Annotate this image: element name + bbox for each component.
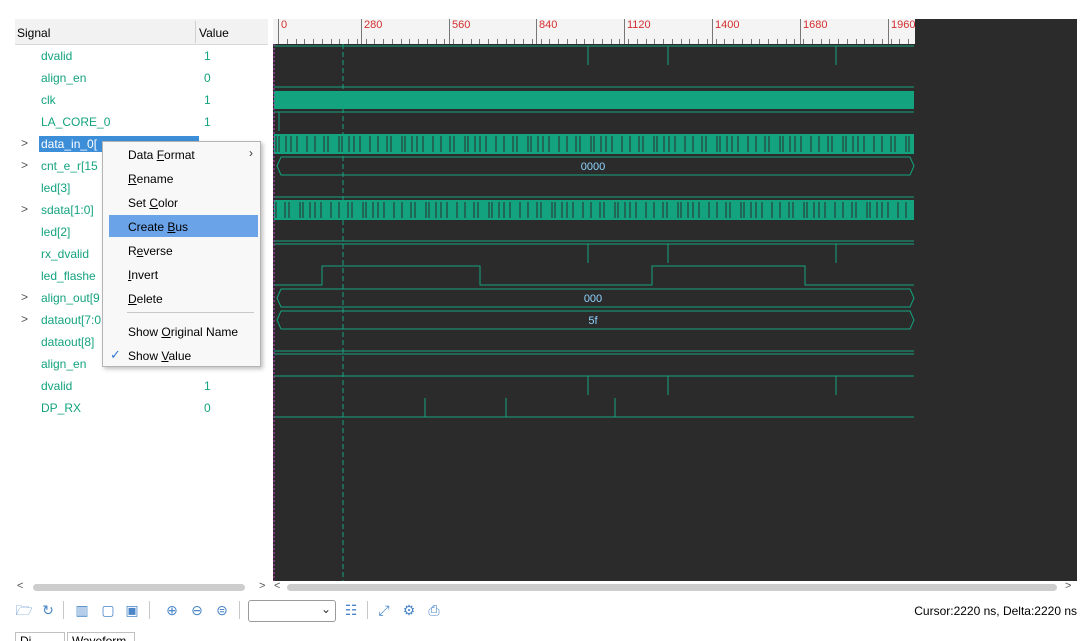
signal-list-hscrollbar[interactable]: < > bbox=[15, 580, 268, 593]
toolbar-separator bbox=[367, 601, 368, 619]
menu-item-show-original-name[interactable]: Show Original Name bbox=[104, 320, 259, 342]
wave-dataout-value: 5f bbox=[588, 315, 598, 327]
menu-item-label: Show Original Name bbox=[128, 325, 239, 339]
header-signal[interactable]: Signal bbox=[17, 26, 50, 40]
signal-row[interactable]: dvalid 1 bbox=[15, 45, 268, 67]
wave-cnt-e-r-value: 0000 bbox=[581, 161, 605, 173]
signal-name[interactable]: DP_RX bbox=[41, 401, 201, 415]
zoom-out-icon[interactable]: ⊖ bbox=[188, 601, 206, 619]
toolbar-separator bbox=[63, 601, 64, 619]
menu-item-show-value[interactable]: Show Value ✓ bbox=[104, 344, 259, 366]
menu-item-label: Invert bbox=[128, 268, 159, 282]
waveform-hscrollbar[interactable]: < > bbox=[273, 580, 1077, 593]
signal-row[interactable]: align_en 0 bbox=[15, 67, 268, 89]
signal-name[interactable]: dvalid bbox=[41, 379, 201, 393]
menu-item-label: Delete bbox=[128, 292, 163, 306]
signal-name[interactable]: clk bbox=[41, 93, 201, 107]
menu-item-reverse[interactable]: Reverse bbox=[104, 239, 259, 261]
refresh-icon[interactable]: ↻ bbox=[39, 601, 57, 619]
menu-item-create-bus[interactable]: Create Bus bbox=[109, 215, 258, 237]
waveform-panel[interactable]: 0 280 560 840 1120 1400 1680 1960 0000 000 5f bbox=[273, 19, 1077, 581]
menu-item-invert[interactable]: Invert bbox=[104, 263, 259, 285]
menu-item-rename[interactable]: Rename bbox=[104, 167, 259, 189]
signal-value: 0 bbox=[204, 401, 211, 415]
expand-chevron-icon[interactable]: > bbox=[21, 202, 28, 216]
signal-row[interactable]: clk 1 bbox=[15, 89, 268, 111]
signal-value: 1 bbox=[204, 93, 211, 107]
toolbar-separator bbox=[239, 601, 240, 619]
signal-row[interactable]: DP_RX 0 bbox=[15, 397, 268, 419]
wave-clk bbox=[274, 91, 914, 109]
wave-scrollbar-thumb[interactable] bbox=[287, 584, 1057, 591]
header-divider[interactable] bbox=[195, 21, 196, 43]
wave-align-out-value: 000 bbox=[584, 293, 602, 305]
signal-value: 1 bbox=[204, 49, 211, 63]
context-menu: Data Format › Rename Set Color Create Bus Rev… bbox=[102, 141, 261, 367]
menu-item-label: Create Bus bbox=[128, 220, 189, 234]
chevron-down-icon[interactable]: ⌄ bbox=[321, 602, 331, 616]
signal-value: 0 bbox=[204, 71, 211, 85]
scrollbar-thumb[interactable] bbox=[33, 584, 245, 591]
menu-separator bbox=[127, 312, 254, 313]
trash-icon[interactable]: ▢ bbox=[99, 601, 117, 619]
list-icon[interactable]: ▥ bbox=[73, 601, 91, 619]
check-icon: ✓ bbox=[110, 347, 121, 362]
menu-item-label: Show Value bbox=[128, 349, 192, 363]
zoom-in-icon[interactable]: ⊕ bbox=[163, 601, 181, 619]
expand-chevron-icon[interactable]: > bbox=[21, 158, 28, 172]
menu-item-data-format[interactable]: Data Format › bbox=[104, 143, 259, 165]
submenu-arrow-icon: › bbox=[249, 146, 253, 160]
signal-value: 1 bbox=[204, 379, 211, 393]
expand-chevron-icon[interactable]: > bbox=[21, 290, 28, 304]
bottom-toolbar: 🗁 ↻ ▥ ▢ ▣ ⊕ ⊖ ⊜ ⌄ ☷ ⤢ ⚙ ⎙ Cursor:2220 ns… bbox=[15, 598, 1085, 624]
signal-list-header: Signal Value bbox=[15, 19, 268, 45]
find-icon[interactable]: ☷ bbox=[342, 601, 360, 619]
signal-name[interactable]: align_en bbox=[41, 71, 201, 85]
zoom-fit-icon[interactable]: ⊜ bbox=[213, 601, 231, 619]
open-icon[interactable]: 🗁 bbox=[15, 601, 33, 619]
menu-item-label: Data Format bbox=[128, 148, 195, 162]
wave-scroll-right-icon[interactable]: > bbox=[1065, 580, 1071, 592]
zoom-select[interactable]: ⌄ bbox=[248, 600, 336, 622]
signal-row[interactable]: dvalid 1 bbox=[15, 375, 268, 397]
waveform-canvas[interactable]: 00000005f bbox=[273, 19, 1077, 581]
settings-icon[interactable]: ⚙ bbox=[400, 601, 418, 619]
expand-chevron-icon[interactable]: > bbox=[21, 136, 28, 150]
signal-value: 1 bbox=[204, 115, 211, 129]
tab-di[interactable]: Di... bbox=[15, 632, 65, 641]
expand-chevron-icon[interactable]: > bbox=[21, 312, 28, 326]
cursor-status: Cursor:2220 ns, Delta:2220 ns bbox=[914, 604, 1077, 618]
signal-name[interactable]: LA_CORE_0 bbox=[41, 115, 201, 129]
save-icon[interactable]: ▣ bbox=[123, 601, 141, 619]
scroll-left-arrow-icon[interactable]: < bbox=[17, 580, 23, 592]
tab-waveform[interactable]: Waveform bbox=[67, 632, 135, 641]
wave-sdata bbox=[274, 200, 914, 220]
menu-item-label: Reverse bbox=[128, 244, 173, 258]
wave-scroll-left-icon[interactable]: < bbox=[274, 580, 280, 592]
menu-item-set-color[interactable]: Set Color bbox=[104, 191, 259, 213]
header-value[interactable]: Value bbox=[199, 26, 229, 40]
toolbar-separator bbox=[149, 601, 150, 619]
scroll-right-arrow-icon[interactable]: > bbox=[259, 580, 265, 592]
wave-led-flashe bbox=[274, 265, 914, 286]
expand-icon[interactable]: ⤢ bbox=[375, 601, 393, 619]
signal-row[interactable]: LA_CORE_0 1 bbox=[15, 111, 268, 133]
menu-item-label: Set Color bbox=[128, 196, 179, 210]
menu-item-label: Rename bbox=[128, 172, 174, 186]
menu-item-delete[interactable]: Delete bbox=[104, 287, 259, 309]
signal-name[interactable]: dvalid bbox=[41, 49, 201, 63]
print-icon[interactable]: ⎙ bbox=[425, 601, 443, 619]
waveform-viewer: Signal Value dvalid 1 align_en 0 clk 1 LA_CORE… bbox=[0, 0, 1088, 641]
